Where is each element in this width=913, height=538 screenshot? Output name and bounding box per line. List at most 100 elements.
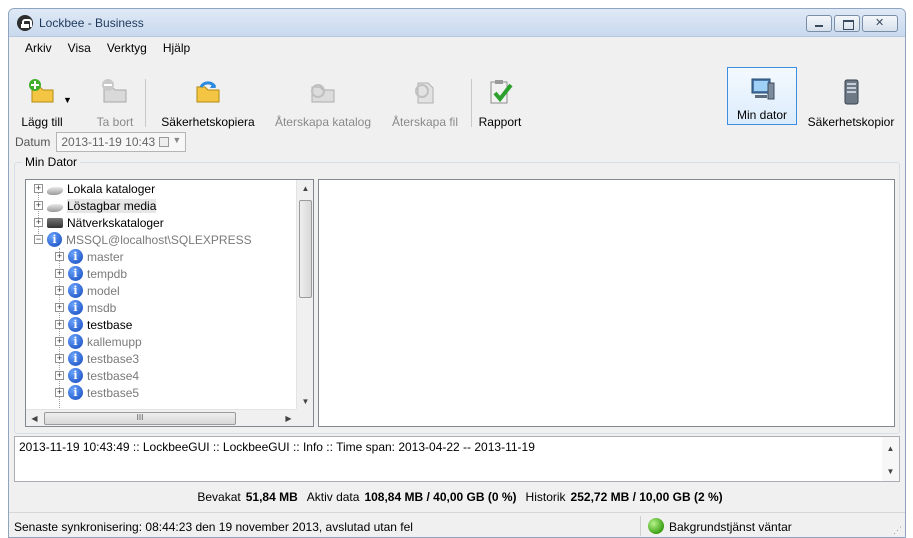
tree-item-label: model	[87, 283, 120, 298]
database-info-icon: i	[68, 351, 83, 366]
watched-value: 51,84 MB	[245, 490, 298, 504]
database-info-icon: i	[68, 385, 83, 400]
restore-file-icon	[415, 82, 434, 104]
title-bar: Lockbee - Business	[9, 9, 905, 37]
backups-button[interactable]: Säkerhetskopior	[801, 71, 901, 129]
expand-icon[interactable]: +	[34, 201, 43, 210]
tree-item-label: testbase3	[87, 351, 140, 366]
watched-label: Bevakat	[197, 490, 241, 504]
menu-verktyg[interactable]: Verktyg	[99, 39, 155, 59]
log-line: 2013-11-19 10:43:49 :: LockbeeGUI :: Loc…	[19, 440, 535, 454]
tree-item-label: msdb	[87, 300, 117, 315]
expand-icon[interactable]: +	[55, 303, 64, 312]
log-box[interactable]: 2013-11-19 10:43:49 :: LockbeeGUI :: Loc…	[14, 436, 900, 482]
removable-drive-icon	[45, 203, 65, 212]
restore-directory-icon	[311, 84, 335, 103]
log-scrollbar[interactable]: ▲ ▼	[882, 437, 899, 481]
collapse-icon[interactable]: −	[34, 235, 43, 244]
scroll-down-icon[interactable]: ▼	[297, 393, 313, 410]
tree-item-database[interactable]: + i testbase4	[55, 367, 139, 384]
menu-hjalp[interactable]: Hjälp	[155, 39, 198, 59]
detail-pane[interactable]	[318, 179, 895, 427]
last-sync-status: Senaste synkronisering: 08:44:23 den 19 …	[14, 520, 413, 534]
toolbar-separator	[471, 79, 472, 127]
tree-item-database[interactable]: + i testbase	[55, 316, 132, 333]
expand-icon[interactable]: +	[55, 371, 64, 380]
menu-visa[interactable]: Visa	[60, 39, 99, 59]
service-status-text: Bakgrundstjänst väntar	[669, 520, 792, 534]
tree-item-database[interactable]: + i msdb	[55, 299, 116, 316]
tree-item-database[interactable]: + i tempdb	[55, 265, 127, 282]
tree-item-sql-server[interactable]: − i MSSQL@localhost\SQLEXPRESS	[34, 231, 252, 248]
tree-item-label: Löstagbar media	[67, 198, 157, 213]
report-check-icon	[490, 80, 513, 104]
remove-folder-icon	[102, 79, 127, 103]
database-info-icon: i	[68, 300, 83, 315]
calendar-icon	[159, 137, 170, 147]
scroll-left-icon[interactable]: ◀	[26, 410, 43, 426]
expand-icon[interactable]: +	[55, 354, 64, 363]
server-icon	[844, 79, 859, 105]
tree-item-network-dirs[interactable]: + Nätverkskataloger	[34, 214, 164, 231]
tree-item-label: Lokala kataloger	[67, 181, 156, 196]
close-button[interactable]	[862, 15, 898, 32]
tree-item-label: Nätverkskataloger	[67, 215, 164, 230]
restore-file-button[interactable]: Återskapa fil	[383, 71, 467, 129]
expand-icon[interactable]: +	[55, 337, 64, 346]
scroll-thumb[interactable]	[299, 200, 312, 298]
remove-button[interactable]: Ta bort	[89, 71, 141, 129]
tree-item-database[interactable]: + i model	[55, 282, 120, 299]
status-bar: Senaste synkronisering: 08:44:23 den 19 …	[9, 512, 905, 537]
tree-item-database[interactable]: + i kallemupp	[55, 333, 142, 350]
scroll-thumb[interactable]: III	[44, 412, 236, 425]
resize-grip-icon[interactable]: ⋰	[893, 525, 902, 536]
tree-item-removable-media[interactable]: + Löstagbar media	[34, 197, 157, 214]
tree-item-database[interactable]: + i master	[55, 248, 124, 265]
add-button[interactable]: ▼ Lägg till	[11, 71, 73, 129]
tree-item-local-dirs[interactable]: + Lokala kataloger	[34, 180, 155, 197]
expand-icon[interactable]: +	[55, 269, 64, 278]
scroll-corner	[296, 409, 313, 426]
maximize-button[interactable]	[834, 15, 860, 32]
backup-label: Säkerhetskopiera	[161, 115, 255, 129]
tree-horizontal-scrollbar[interactable]: ◀ III ▶	[26, 409, 297, 426]
tree-item-label: testbase5	[87, 385, 140, 400]
expand-icon[interactable]: +	[55, 286, 64, 295]
active-data-value: 108,84 MB / 40,00 GB (0 %)	[364, 490, 517, 504]
backup-icon	[196, 81, 220, 103]
tree-vertical-scrollbar[interactable]: ▲ ▼	[296, 180, 313, 410]
expand-icon[interactable]: +	[55, 320, 64, 329]
database-info-icon: i	[47, 232, 62, 247]
tree-item-database[interactable]: + i testbase3	[55, 350, 139, 367]
backup-button[interactable]: Säkerhetskopiera	[148, 71, 268, 129]
restore-file-label: Återskapa fil	[391, 115, 459, 129]
scroll-up-icon[interactable]: ▲	[297, 180, 313, 197]
minimize-button[interactable]	[806, 15, 832, 32]
database-info-icon: i	[68, 368, 83, 383]
expand-icon[interactable]: +	[34, 218, 43, 227]
database-info-icon: i	[68, 283, 83, 298]
expand-icon[interactable]: +	[55, 252, 64, 261]
restore-directory-label: Återskapa katalog	[274, 115, 372, 129]
scroll-down-icon[interactable]: ▼	[882, 464, 899, 479]
my-computer-button[interactable]: Min dator	[727, 67, 797, 125]
expand-icon[interactable]: +	[55, 388, 64, 397]
tree-item-database[interactable]: + i testbase5	[55, 384, 139, 401]
date-value: 2013-11-19 10:43	[61, 135, 156, 149]
storage-stats: Bevakat 51,84 MB Aktiv data 108,84 MB / …	[9, 487, 905, 507]
date-picker[interactable]: 2013-11-19 10:43 ▼	[56, 132, 187, 152]
scroll-right-icon[interactable]: ▶	[280, 410, 297, 426]
window-controls	[806, 15, 898, 32]
report-button[interactable]: Rapport	[474, 71, 526, 129]
group-title: Min Dator	[22, 155, 81, 169]
restore-directory-button[interactable]: Återskapa katalog	[268, 71, 378, 129]
add-label: Lägg till	[21, 115, 63, 129]
scroll-up-icon[interactable]: ▲	[882, 441, 899, 456]
database-info-icon: i	[68, 249, 83, 264]
folder-tree[interactable]: + Lokala kataloger + Löstagbar media + N…	[25, 179, 314, 427]
menu-arkiv[interactable]: Arkiv	[17, 39, 60, 59]
add-folder-icon	[29, 79, 54, 103]
status-divider	[640, 516, 641, 536]
remove-label: Ta bort	[96, 115, 134, 129]
expand-icon[interactable]: +	[34, 184, 43, 193]
